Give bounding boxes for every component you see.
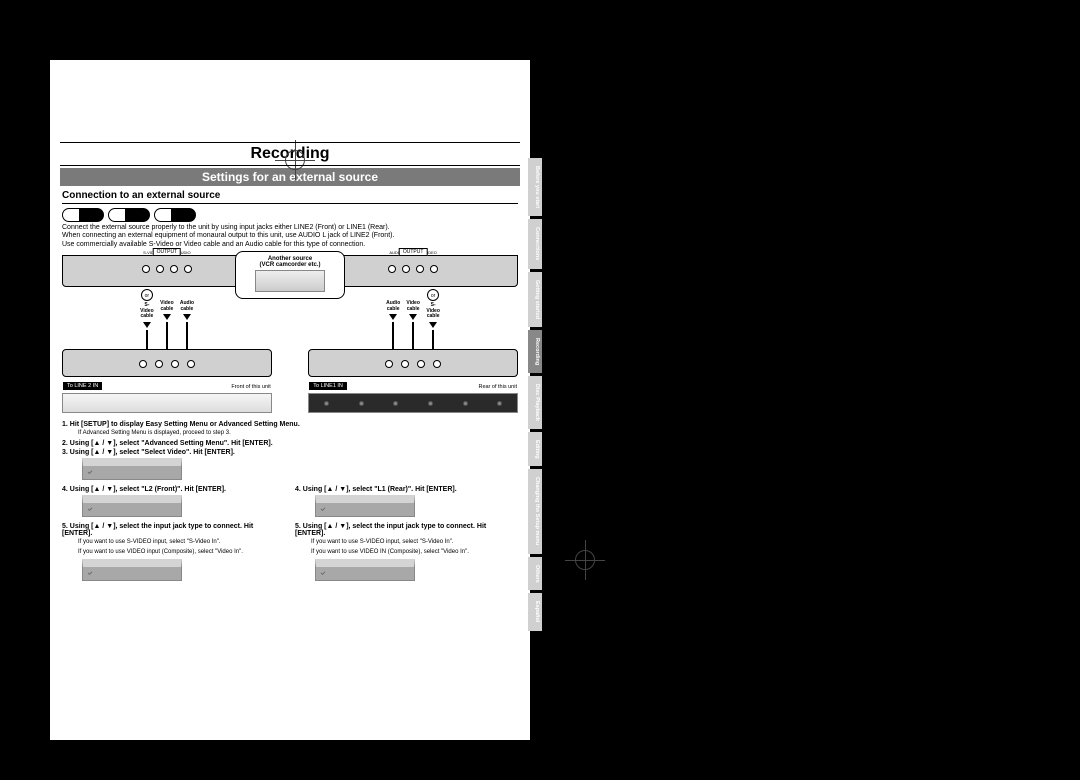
media-badges: [62, 208, 518, 222]
tab-before[interactable]: Before you start: [528, 158, 542, 216]
step-1: 1. Hit [SETUP] to display Easy Setting M…: [62, 421, 518, 428]
connection-diagram: Another source (VCR camcorder etc.) OUTP…: [62, 255, 518, 413]
tab-playback[interactable]: Disc Playback: [528, 376, 542, 429]
step-3: 3. Using [▲ / ▼], select "Select Video".…: [62, 449, 518, 456]
intro-p3: Use commercially available S-Video or Vi…: [62, 241, 365, 248]
source-box: Another source (VCR camcorder etc.): [235, 251, 345, 299]
section-heading: Connection to an external source: [62, 190, 518, 204]
tab-setup[interactable]: Changing the Setup menu: [528, 469, 542, 553]
menu-screenshot-l5: [82, 559, 182, 581]
crop-mark-top: [275, 140, 315, 180]
badge-dvd-vr: [108, 208, 150, 222]
input-box-left: To LINE 2 IN Front of this unit: [62, 349, 272, 377]
menu-screenshot-s3: [82, 458, 182, 480]
badge-dvd-rw: [154, 208, 196, 222]
device-front-illustration: [62, 393, 272, 413]
source-label: Another source (VCR camcorder etc.): [259, 256, 320, 268]
badge-dvd-video: [62, 208, 104, 222]
intro-p1: Connect the external source properly to …: [62, 224, 390, 231]
crop-mark-right: [565, 540, 605, 580]
left-s5-p2: If you want to use VIDEO input (Composit…: [78, 549, 285, 555]
tab-others[interactable]: Others: [528, 557, 542, 591]
step-1-note: If Advanced Setting Menu is displayed, p…: [78, 430, 518, 436]
left-s5-p1: If you want to use S-VIDEO input, select…: [78, 539, 285, 545]
output-label: OUTPUT: [153, 248, 182, 256]
tab-getting-started[interactable]: Getting started: [528, 272, 542, 327]
right-step-4: 4. Using [▲ / ▼], select "L1 (Rear)". Hi…: [295, 486, 518, 493]
rear-unit-label: Rear of this unit: [478, 384, 517, 390]
or-label: or: [141, 289, 153, 301]
tab-espanol[interactable]: Español: [528, 593, 542, 630]
menu-screenshot-r5: [315, 559, 415, 581]
right-step-5: 5. Using [▲ / ▼], select the input jack …: [295, 523, 518, 537]
intro-p2: When connecting an external equipment of…: [62, 232, 394, 239]
front-unit-label: Front of this unit: [231, 384, 270, 390]
line1-tag: To LINE1 IN: [309, 382, 347, 390]
col-left: 4. Using [▲ / ▼], select "L2 (Front)". H…: [62, 486, 285, 587]
device-rear-illustration: [308, 393, 518, 413]
tab-recording[interactable]: Recording: [528, 330, 542, 373]
tab-editing[interactable]: Editing: [528, 432, 542, 467]
line2-tag: To LINE 2 IN: [63, 382, 102, 390]
side-tabs: Before you start Connections Getting sta…: [528, 158, 542, 631]
right-s5-p2: If you want to use VIDEO IN (Composite),…: [311, 549, 518, 555]
right-s5-p1: If you want to use S-VIDEO input, select…: [311, 539, 518, 545]
intro-text: Connect the external source properly to …: [62, 224, 518, 249]
left-step-5: 5. Using [▲ / ▼], select the input jack …: [62, 523, 285, 537]
steps-columns: 4. Using [▲ / ▼], select "L2 (Front)". H…: [62, 486, 518, 587]
menu-screenshot-l4: [82, 495, 182, 517]
step-2: 2. Using [▲ / ▼], select "Advanced Setti…: [62, 440, 518, 447]
vcr-illustration: [255, 270, 325, 292]
input-box-right: To LINE1 IN Rear of this unit: [308, 349, 518, 377]
menu-screenshot-r4: [315, 495, 415, 517]
steps-common: 1. Hit [SETUP] to display Easy Setting M…: [62, 421, 518, 480]
col-right: 4. Using [▲ / ▼], select "L1 (Rear)". Hi…: [295, 486, 518, 587]
manual-page: Recording Settings for an external sourc…: [50, 60, 530, 740]
left-step-4: 4. Using [▲ / ▼], select "L2 (Front)". H…: [62, 486, 285, 493]
tab-connections[interactable]: Connections: [528, 219, 542, 268]
